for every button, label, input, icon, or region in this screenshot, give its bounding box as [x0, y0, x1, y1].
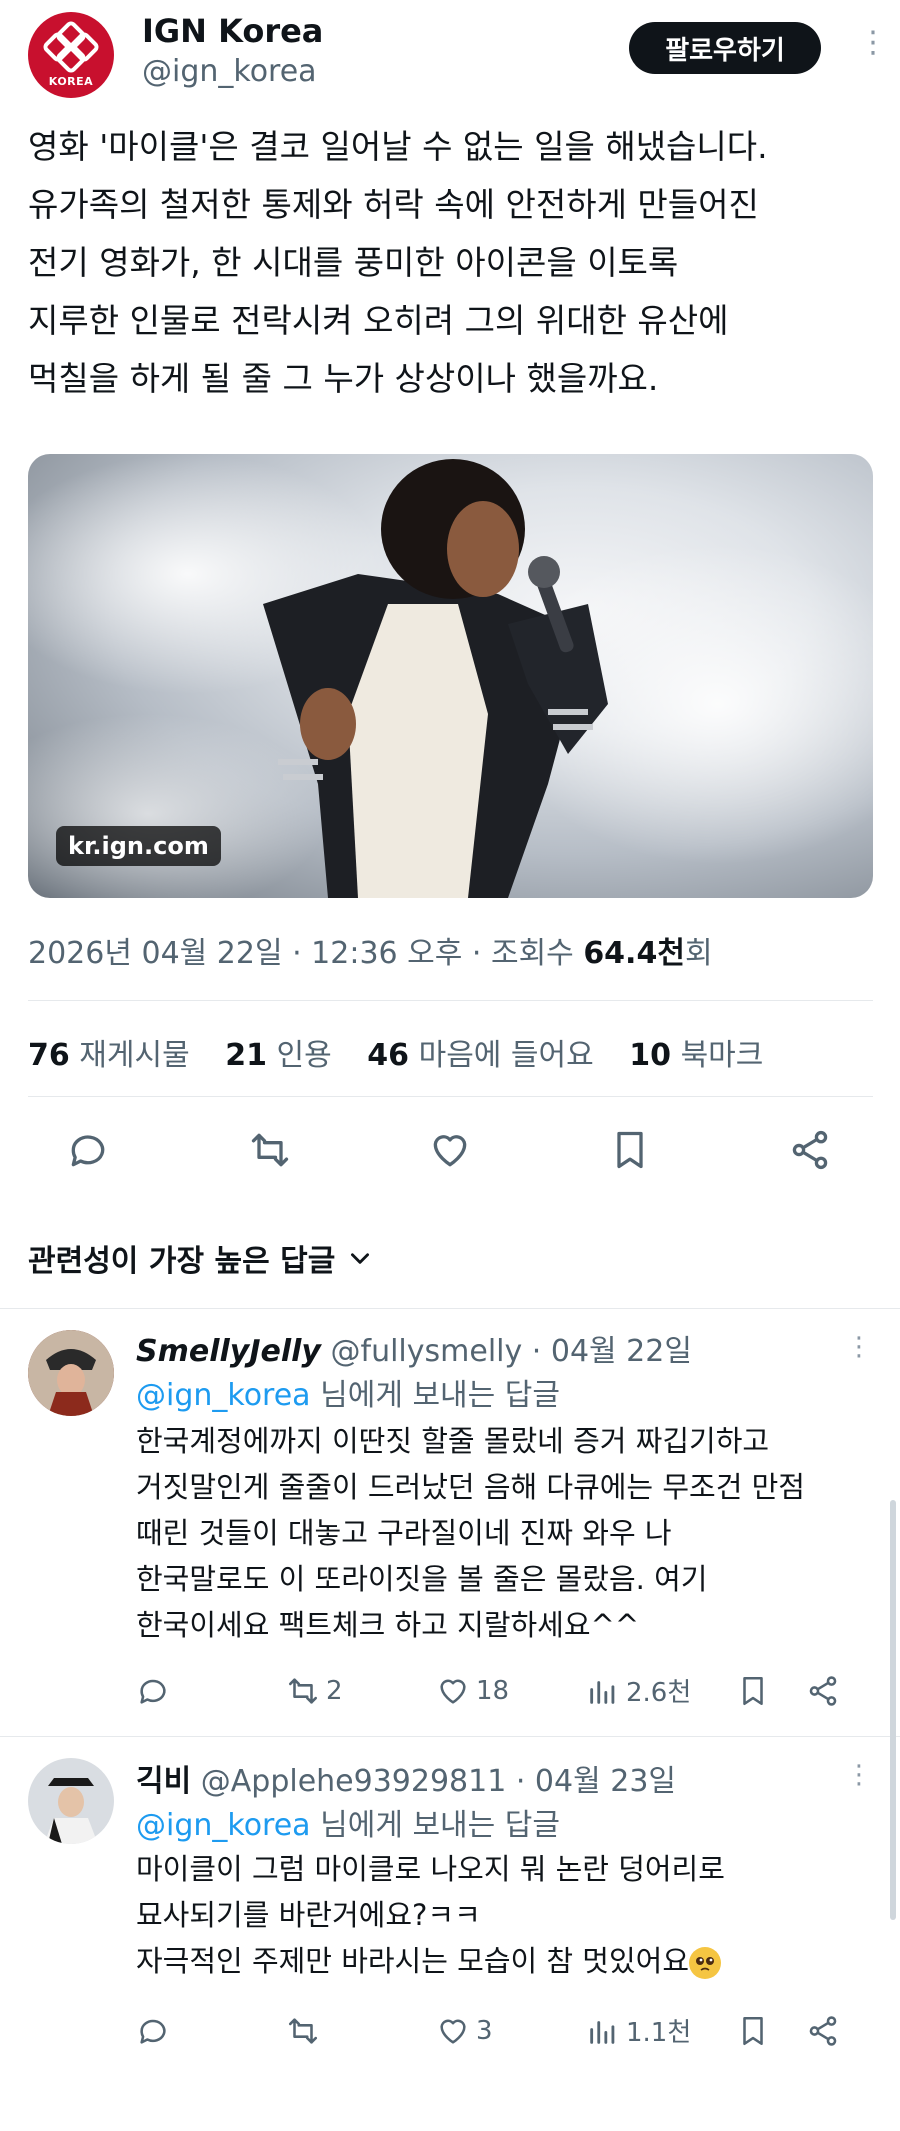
divider: [0, 1736, 900, 1737]
reply-sort-dropdown[interactable]: 관련성이 가장 높은 답글: [28, 1236, 373, 1280]
stat-likes[interactable]: 46 마음에 들어요: [367, 1038, 593, 1073]
views-chart-icon: [590, 1680, 615, 1704]
reply-avatar[interactable]: [28, 1758, 114, 1844]
stat-bookmarks[interactable]: 10 북마크: [629, 1038, 763, 1073]
like-icon: [440, 2019, 466, 2044]
bookmark-icon[interactable]: [608, 1128, 652, 1172]
views-chart-icon: [590, 2020, 615, 2044]
reply-mention-link[interactable]: @ign_korea: [136, 1808, 311, 1843]
bookmark-button[interactable]: [736, 2014, 806, 2048]
reply-mention-link[interactable]: @ign_korea: [136, 1378, 311, 1413]
post-image[interactable]: kr.ign.com: [28, 454, 873, 898]
divider: [28, 1000, 873, 1001]
reply-icon: [140, 1679, 166, 1704]
chevron-down-icon: [351, 1253, 370, 1264]
replying-to: @ign_korea 님에게 보내는 답글: [136, 1370, 560, 1414]
reply-date[interactable]: · 04월 22일: [522, 1334, 692, 1369]
bookmark-icon: [743, 2016, 763, 2045]
post-timestamp: 2026년 04월 22일 · 12:36 오후 · 조회수: [28, 936, 584, 971]
divider: [28, 1096, 873, 1097]
like-icon[interactable]: [428, 1128, 472, 1172]
pleading-face-emoji-icon: [689, 1947, 722, 1979]
repost-icon[interactable]: [248, 1128, 292, 1172]
reply-avatar[interactable]: [28, 1330, 114, 1416]
more-options-icon[interactable]: ⋮: [846, 1334, 872, 1360]
views-count: 2.6천: [626, 1678, 692, 1708]
scrollbar[interactable]: [890, 1500, 896, 1920]
reply-action-bar: 3 1.1천: [136, 2012, 866, 2049]
more-options-icon[interactable]: ⋮: [858, 28, 888, 58]
reply-header: 긱비 @Applehe93929811 · 04월 23일: [136, 1756, 676, 1800]
follow-button[interactable]: 팔로우하기: [629, 22, 821, 74]
share-button[interactable]: [806, 1674, 840, 1708]
more-options-icon[interactable]: ⋮: [846, 1762, 872, 1788]
user-avatar-illustration: [28, 1758, 114, 1844]
reply-author-handle[interactable]: @Applehe93929811: [201, 1764, 507, 1799]
bookmark-icon: [743, 1676, 763, 1705]
divider: [0, 1308, 900, 1309]
post-metadata: 2026년 04월 22일 · 12:36 오후 · 조회수 64.4천회: [28, 928, 713, 972]
share-icon: [809, 1675, 837, 1706]
reply-text: 마이클이 그럼 마이클로 나오지 뭐 논란 덩어리로 묘사되기를 바란거에요?ㅋ…: [136, 1846, 876, 1984]
views-button[interactable]: 1.1천: [586, 2012, 736, 2049]
like-button[interactable]: 18: [436, 1674, 586, 1708]
repost-icon: [288, 1677, 318, 1704]
author-handle[interactable]: @ign_korea: [142, 54, 317, 89]
reply-date[interactable]: · 04월 23일: [506, 1764, 676, 1799]
author-avatar[interactable]: KOREA: [28, 12, 114, 98]
reply-icon[interactable]: [66, 1128, 110, 1172]
reply-sort-label: 관련성이 가장 높은 답글: [28, 1244, 336, 1279]
replying-to-text: 님에게 보내는 답글: [310, 1808, 560, 1843]
like-count: 18: [476, 1675, 510, 1706]
view-count-suffix: 회: [684, 936, 713, 971]
stat-reposts[interactable]: 76 재게시물: [28, 1038, 190, 1073]
bookmark-button[interactable]: [736, 1674, 806, 1708]
repost-count: 2: [326, 1675, 343, 1706]
post-text: 영화 '마이클'은 결코 일어날 수 없는 일을 해냈습니다. 유가족의 철저한…: [28, 127, 768, 398]
like-icon: [440, 1679, 466, 1704]
avatar-label: KOREA: [48, 75, 94, 88]
reply-author-handle[interactable]: @fullysmelly: [331, 1334, 523, 1369]
views-count: 1.1천: [626, 2018, 692, 2048]
replying-to-text: 님에게 보내는 답글: [310, 1378, 560, 1413]
views-button[interactable]: 2.6천: [586, 1672, 736, 1709]
reply-text-content: 마이클이 그럼 마이클로 나오지 뭐 논란 덩어리로 묘사되기를 바란거에요?ㅋ…: [136, 1852, 725, 1978]
user-avatar-illustration: [28, 1330, 114, 1416]
engagement-stats: 76 재게시물 21 인용 46 마음에 들어요 10 북마크: [28, 1030, 789, 1074]
reply-author-name[interactable]: SmellyJelly: [136, 1334, 321, 1369]
reply-action-bar: 2 18 2.6천: [136, 1672, 866, 1709]
replying-to: @ign_korea 님에게 보내는 답글: [136, 1800, 560, 1844]
share-icon: [809, 2015, 837, 2046]
stat-quotes[interactable]: 21 인용: [225, 1038, 332, 1073]
media-source-badge: kr.ign.com: [56, 826, 221, 866]
like-count: 3: [476, 2015, 493, 2046]
repost-icon: [288, 2017, 318, 2044]
share-button[interactable]: [806, 2014, 840, 2048]
reply-button[interactable]: [136, 1674, 286, 1708]
view-count: 64.4천: [583, 936, 685, 971]
repost-button[interactable]: 2: [286, 1674, 436, 1708]
reply-header: SmellyJelly @fullysmelly · 04월 22일: [136, 1326, 692, 1370]
reply-button[interactable]: [136, 2014, 286, 2048]
repost-button[interactable]: [286, 2014, 436, 2048]
share-icon[interactable]: [788, 1128, 832, 1172]
reply-icon: [140, 2019, 166, 2044]
reply-author-name[interactable]: 긱비: [136, 1764, 191, 1799]
author-name[interactable]: IGN Korea: [142, 12, 323, 50]
like-button[interactable]: 3: [436, 2014, 586, 2048]
reply-text: 한국계정에까지 이딴짓 할줄 몰랐네 증거 짜깁기하고 거짓말인게 줄줄이 드러…: [136, 1424, 805, 1642]
